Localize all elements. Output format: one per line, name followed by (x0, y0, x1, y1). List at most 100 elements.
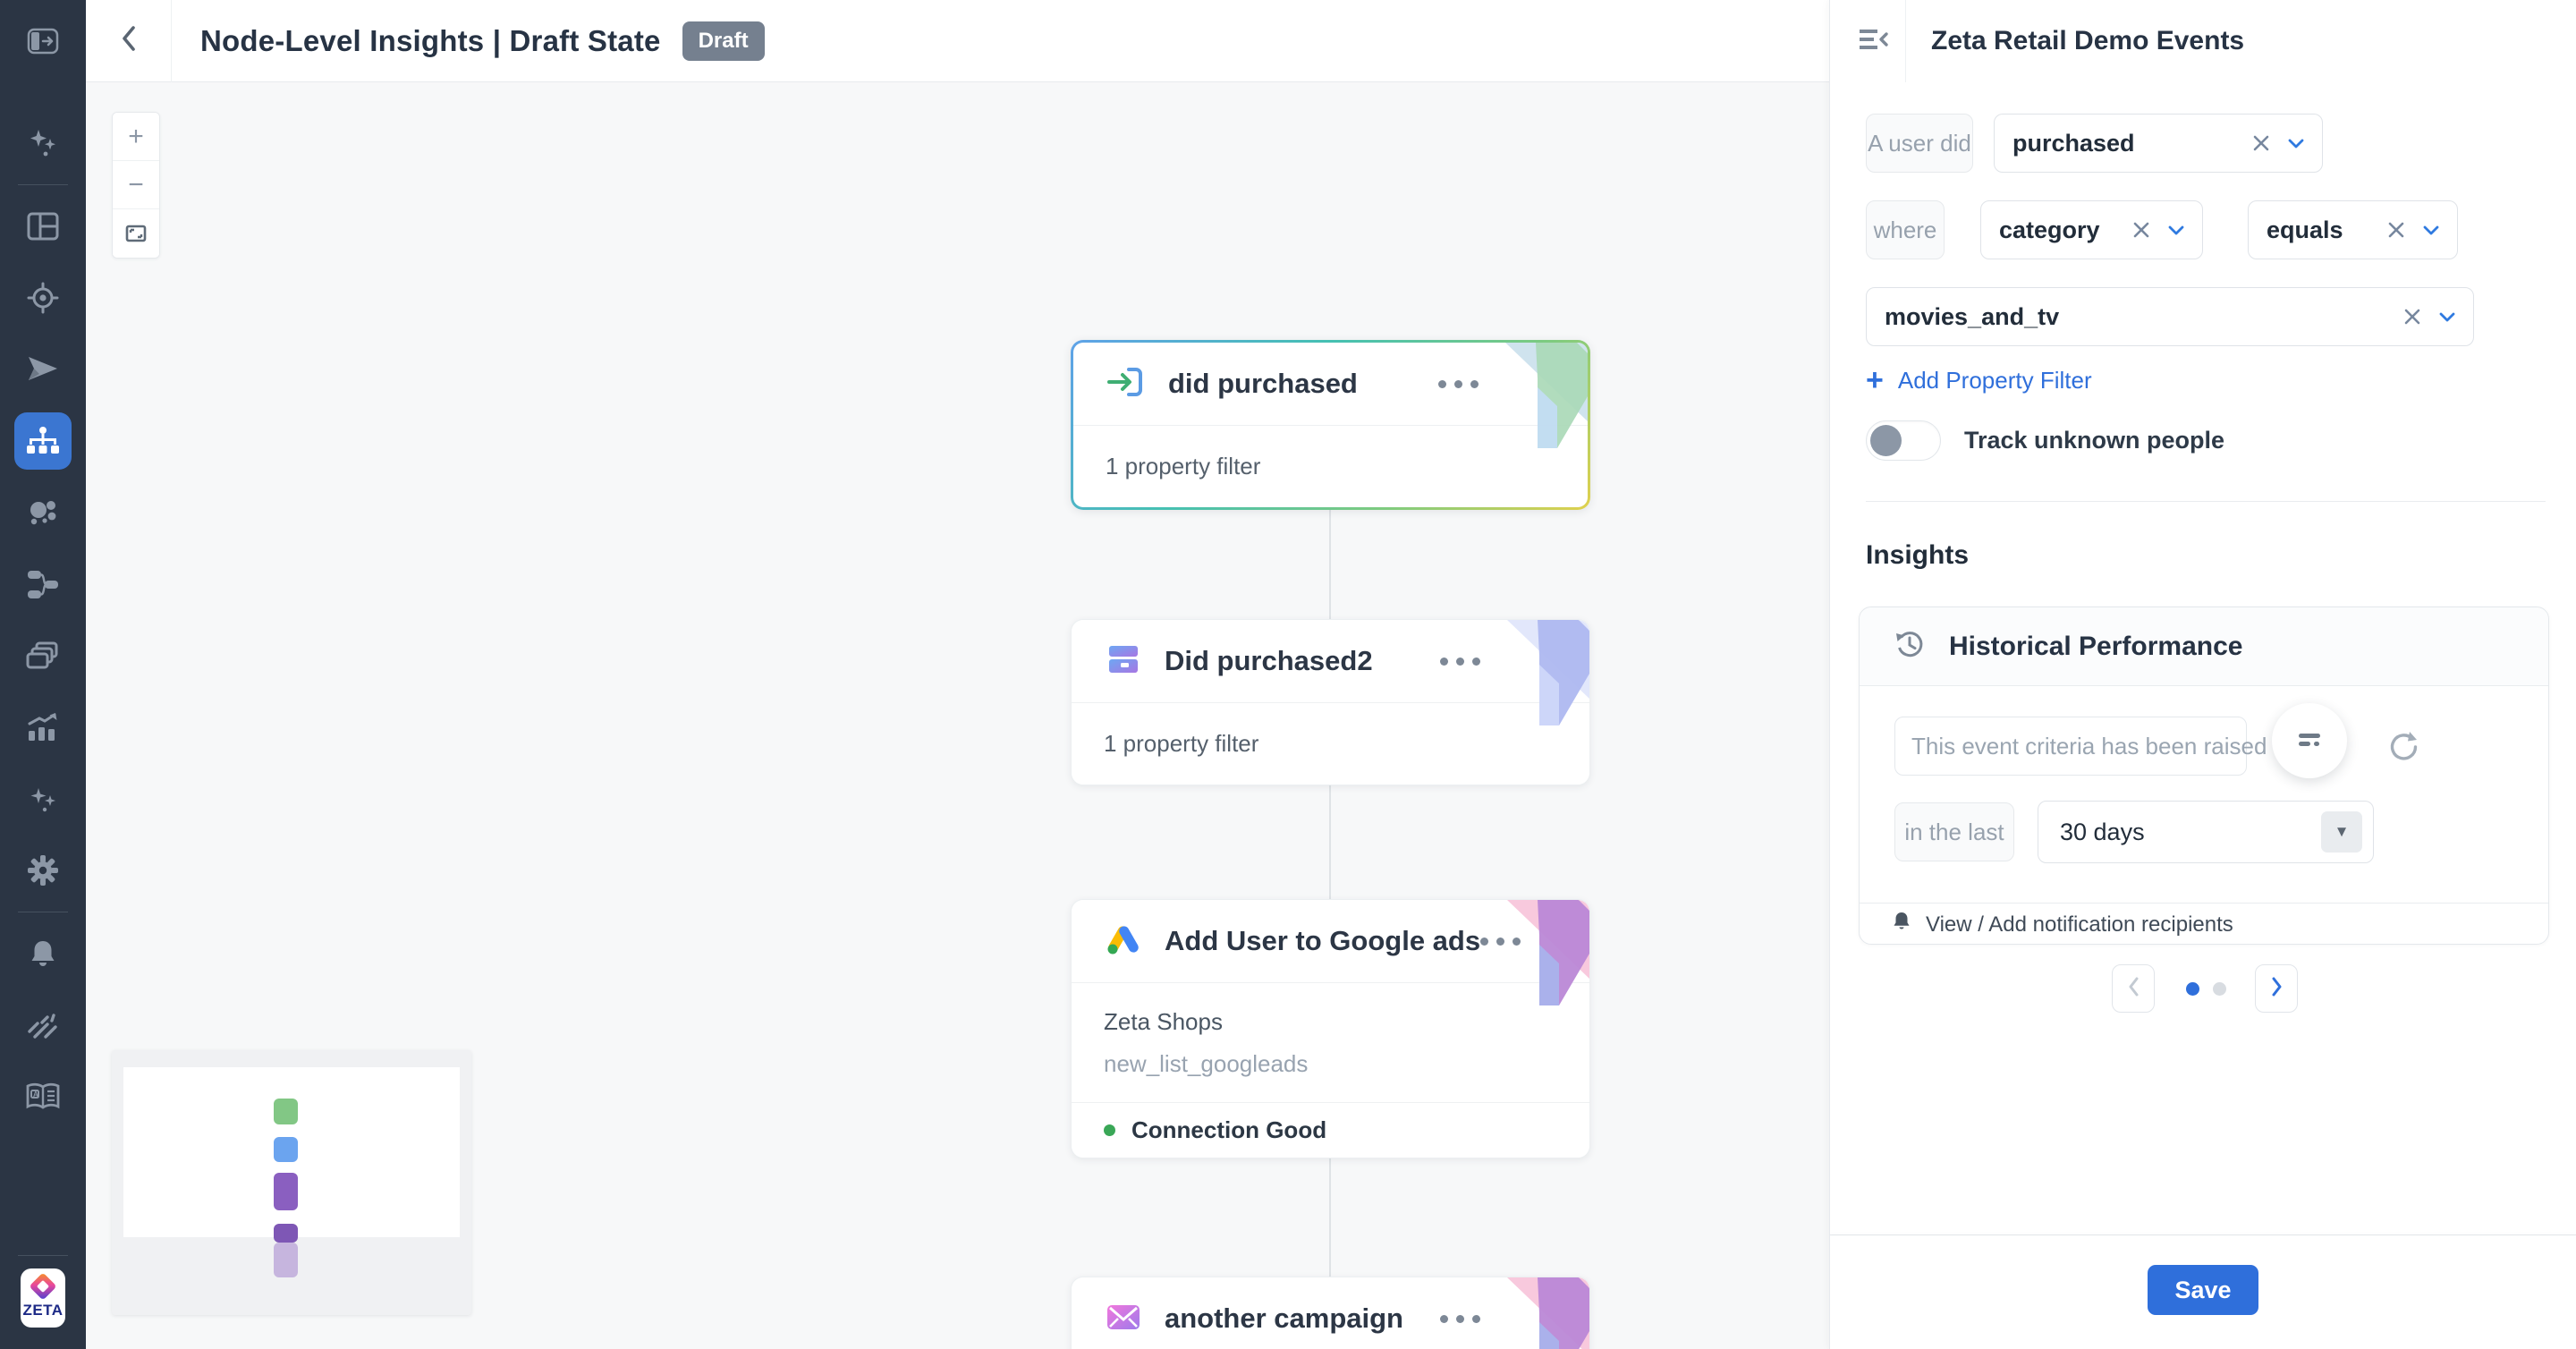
sidebar-item-dashboard[interactable] (14, 198, 72, 255)
node-title: another campaign (1165, 1302, 1403, 1335)
track-unknown-people-toggle[interactable] (1866, 420, 1941, 461)
pagination-dot[interactable] (2213, 982, 2226, 996)
operator-select[interactable]: equals (2248, 200, 2458, 259)
a-user-did-chip: A user did (1866, 114, 1973, 173)
node-filter-count: 1 property filter (1104, 730, 1557, 758)
filter-settings-button[interactable] (2272, 703, 2347, 778)
canvas-minimap[interactable] (112, 1050, 471, 1315)
node-did-purchased[interactable]: did purchased 1 property filter (1071, 340, 1590, 510)
chevron-down-icon[interactable] (2288, 139, 2304, 148)
collection-icon (26, 641, 60, 671)
bell-small-icon (1892, 911, 1911, 938)
criteria-readout: This event criteria has been raised (1894, 717, 2247, 776)
node-title: Did purchased2 (1165, 645, 1373, 677)
add-property-filter-button[interactable]: + Add Property Filter (1866, 365, 2092, 395)
chevron-left-icon (2128, 977, 2140, 1001)
notification-recipients-row[interactable]: View / Add notification recipients (1860, 903, 2548, 946)
save-button[interactable]: Save (2148, 1265, 2258, 1315)
branch-icon (26, 569, 60, 599)
sidebar-item-content[interactable] (14, 627, 72, 684)
panel-collapse-button[interactable] (1843, 0, 1905, 82)
sidebar-item-workflows[interactable] (14, 556, 72, 613)
minimap-node (274, 1099, 298, 1124)
toggle-knob (1870, 425, 1902, 456)
sidebar-item-campaigns[interactable] (14, 341, 72, 398)
clear-icon[interactable] (2403, 308, 2421, 326)
node-did-purchased2[interactable]: Did purchased2 1 property filter (1071, 619, 1590, 785)
clear-icon[interactable] (2252, 134, 2270, 152)
flow-chart-icon (25, 424, 61, 458)
send-icon (27, 355, 59, 384)
dropdown-triangle-icon: ▼ (2321, 811, 2362, 853)
property-select[interactable]: category (1980, 200, 2203, 259)
pagination-prev-button[interactable] (2112, 964, 2155, 1013)
svg-text:A: A (33, 1090, 38, 1099)
chevron-down-icon[interactable] (2423, 225, 2439, 235)
refresh-button[interactable] (2384, 729, 2421, 767)
chevron-right-icon (2271, 977, 2283, 1001)
sidebar-item-status[interactable] (14, 997, 72, 1054)
sidebar-item-settings[interactable] (14, 842, 72, 899)
node-title: did purchased (1168, 368, 1358, 400)
knowledge-book-icon: A (25, 1082, 61, 1112)
canvas-controls: + − (112, 112, 160, 259)
node-another-campaign[interactable]: another campaign (1071, 1277, 1590, 1349)
section-divider (1866, 501, 2546, 502)
node-connection-name: Zeta Shops (1104, 1008, 1557, 1036)
sidebar-divider (18, 184, 68, 185)
time-range-select[interactable]: 30 days ▼ (2038, 801, 2374, 863)
pagination-dot-active[interactable] (2186, 982, 2199, 996)
card-title: Historical Performance (1949, 632, 2242, 662)
zoom-in-button[interactable]: + (113, 113, 159, 161)
node-add-user-google-ads[interactable]: Add User to Google ads Zeta Shops new_li… (1071, 899, 1590, 1158)
sparkle-icon (27, 783, 59, 815)
refresh-icon (2385, 729, 2419, 768)
event-select[interactable]: purchased (1994, 114, 2323, 173)
node-menu-button[interactable] (1440, 658, 1480, 666)
node-menu-button[interactable] (1440, 1315, 1480, 1323)
clear-icon[interactable] (2387, 221, 2405, 239)
sidebar-panel-toggle-icon[interactable] (14, 13, 72, 70)
node-menu-button[interactable] (1438, 380, 1479, 388)
sidebar-item-journeys-active[interactable] (14, 412, 72, 470)
insights-pagination (1830, 964, 2576, 1013)
edge-connector (1329, 1157, 1331, 1277)
zeta-logo[interactable]: ZETA (21, 1268, 65, 1328)
sidebar-item-ai-sparkles[interactable] (14, 115, 72, 172)
insights-section-title: Insights (1866, 540, 1969, 571)
bell-icon (27, 938, 59, 970)
journey-canvas[interactable]: + − did purchased 1 property filter (86, 82, 1829, 1349)
event-config-panel: Zeta Retail Demo Events A user did purch… (1829, 0, 2576, 1349)
sidebar-item-notifications[interactable] (14, 925, 72, 982)
pagination-next-button[interactable] (2255, 964, 2298, 1013)
zeta-diamond-icon (29, 1272, 56, 1300)
node-list-name: new_list_googleads (1104, 1050, 1557, 1078)
chevron-down-icon[interactable] (2439, 312, 2455, 322)
plus-icon: + (1866, 365, 1884, 395)
toggle-label: Track unknown people (1964, 427, 2224, 454)
sidebar-item-knowledge-base[interactable]: A (14, 1068, 72, 1125)
node-corner-decoration (1453, 343, 1588, 448)
menu-fold-icon (1858, 27, 1890, 56)
minimap-node (274, 1137, 298, 1162)
clear-icon[interactable] (2132, 221, 2150, 239)
sidebar-item-assistant[interactable] (14, 770, 72, 827)
header-divider (171, 0, 172, 82)
node-menu-button[interactable] (1480, 938, 1521, 946)
package-icon (1104, 641, 1143, 682)
value-select[interactable]: movies_and_tv (1866, 287, 2474, 346)
zoom-out-button[interactable]: − (113, 161, 159, 209)
panel-header: Zeta Retail Demo Events (1830, 0, 2576, 82)
sidebar-item-analytics[interactable] (14, 699, 72, 756)
minimap-node (274, 1224, 298, 1243)
back-chevron-icon (121, 25, 137, 56)
back-button[interactable] (86, 0, 171, 82)
event-entry-icon (1106, 364, 1147, 404)
google-ads-icon (1104, 921, 1143, 962)
history-clock-icon (1892, 626, 1928, 666)
panel-title: Zeta Retail Demo Events (1931, 26, 2244, 56)
fit-view-button[interactable] (113, 209, 159, 258)
chevron-down-icon[interactable] (2168, 225, 2184, 235)
sidebar-item-targeting[interactable] (14, 269, 72, 327)
sidebar-item-audiences[interactable] (14, 484, 72, 541)
